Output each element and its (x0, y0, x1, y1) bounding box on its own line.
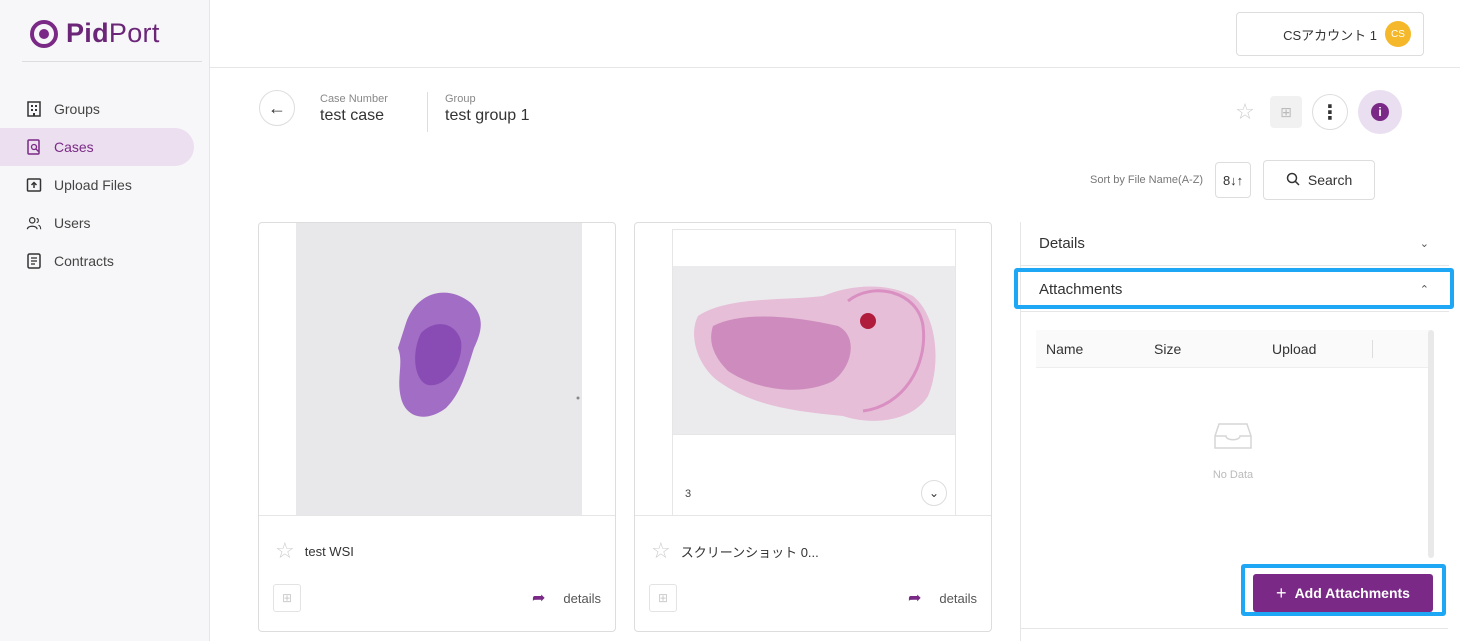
slide-card[interactable]: ☆ test WSI ⊞ ➦ details (258, 222, 616, 632)
page-number: 3 (685, 488, 692, 500)
details-label: Details (1039, 235, 1085, 252)
sidebar: PidPort Groups Cases Upload Files Users (0, 0, 210, 641)
logo-divider (22, 61, 202, 62)
add-to-icon[interactable]: ⊞ (273, 584, 301, 612)
arrow-left-icon: ← (268, 97, 286, 118)
column-name: Name (1046, 340, 1084, 357)
card-title: test WSI (304, 543, 354, 559)
sort-label: Sort by File Name(A-Z) (1090, 174, 1204, 186)
case-search-icon (26, 139, 42, 155)
card-title: スクリーンショット 0... (680, 544, 819, 560)
share-icon[interactable]: ➦ (908, 588, 921, 608)
slide-thumbnail[interactable]: 3 ⌄ (672, 229, 956, 516)
avatar: CS (1385, 21, 1411, 47)
panel-bottom-divider (1020, 628, 1448, 629)
upload-icon (26, 177, 42, 193)
empty-text: No Data (1212, 469, 1254, 481)
sidebar-item-upload-files[interactable]: Upload Files (0, 166, 210, 204)
details-link[interactable]: details (939, 591, 977, 606)
account-name: CSアカウント 1 (1283, 27, 1377, 43)
slide-card[interactable]: 3 ⌄ ☆ スクリーンショット 0... ⊞ ➦ details (634, 222, 992, 632)
card-footer: ⊞ ➦ details (273, 583, 601, 613)
empty-state: No Data (1190, 420, 1276, 481)
column-size: Size (1154, 340, 1182, 357)
column-upload: Upload (1272, 340, 1317, 357)
star-icon: ☆ (1235, 99, 1255, 124)
card-divider (635, 515, 991, 516)
building-icon (26, 101, 42, 117)
logo-text-bold: Pid (66, 18, 109, 48)
more-vertical-icon: ⋮ (1320, 101, 1340, 124)
plus-square-icon: ⊞ (1280, 103, 1292, 120)
plus-icon: + (1276, 582, 1287, 603)
sidebar-item-label: Users (54, 215, 91, 231)
top-bar: CSアカウント 1 CS (210, 0, 1460, 68)
logo[interactable]: PidPort (30, 18, 160, 49)
sidebar-item-users[interactable]: Users (0, 204, 210, 242)
more-menu-button[interactable]: ⋮ (1312, 94, 1348, 130)
sidebar-item-label: Cases (54, 139, 94, 155)
add-to-icon[interactable]: ⊞ (649, 584, 677, 612)
search-label: Search (1307, 172, 1353, 188)
attachments-table-header: Name Size Upload (1036, 330, 1432, 368)
case-number-block: Case Number test case (320, 93, 388, 125)
card-title-row: ☆ スクリーンショット 0... (651, 538, 819, 564)
column-separator (1372, 339, 1373, 358)
chevron-down-icon: ⌄ (1419, 238, 1429, 250)
header-divider (427, 92, 428, 132)
header-actions: ☆ ⊞ ⋮ i (1230, 90, 1402, 134)
info-button[interactable]: i (1358, 90, 1402, 134)
add-attachments-label: Add Attachments (1294, 585, 1410, 601)
inbox-icon (1213, 420, 1253, 457)
sort-icon: 8↓↑ (1222, 172, 1244, 188)
group-block: Group test group 1 (445, 93, 530, 125)
sidebar-item-groups[interactable]: Groups (0, 90, 210, 128)
scrollbar[interactable] (1428, 330, 1434, 558)
card-title-row: ☆ test WSI (275, 538, 354, 564)
star-icon[interactable]: ☆ (651, 538, 671, 564)
favorite-button[interactable]: ☆ (1230, 97, 1260, 127)
group-label: Group (445, 93, 476, 105)
group-value: test group 1 (445, 107, 530, 124)
account-menu[interactable]: CSアカウント 1 CS (1236, 12, 1424, 56)
card-footer: ⊞ ➦ details (649, 583, 977, 613)
chevron-up-icon: ⌃ (1419, 284, 1429, 296)
sidebar-item-label: Groups (54, 101, 100, 117)
search-icon (1286, 172, 1300, 189)
search-button[interactable]: Search (1263, 160, 1376, 200)
case-number-label: Case Number (320, 93, 388, 105)
attachments-label: Attachments (1039, 281, 1123, 298)
attachments-accordion[interactable]: Attachments ⌃ (1021, 268, 1449, 312)
logo-text-thin: Port (108, 18, 160, 48)
case-number-value: test case (320, 107, 385, 124)
sidebar-item-cases[interactable]: Cases (0, 128, 194, 166)
chevron-down-icon[interactable]: ⌄ (921, 480, 947, 506)
info-icon: i (1371, 103, 1389, 121)
add-attachments-button[interactable]: + Add Attachments (1253, 574, 1433, 612)
slide-thumbnail[interactable] (296, 223, 582, 515)
sort-button[interactable]: 8↓↑ (1215, 162, 1252, 198)
sidebar-item-contracts[interactable]: Contracts (0, 242, 210, 280)
document-icon (26, 253, 42, 269)
users-icon (26, 215, 42, 231)
sort-toolbar: Sort by File Name(A-Z) 8↓↑ Search (1090, 160, 1376, 200)
card-divider (259, 515, 615, 516)
sidebar-item-label: Upload Files (54, 177, 132, 193)
slide-image-area (673, 266, 955, 434)
add-button-disabled[interactable]: ⊞ (1270, 96, 1302, 128)
sidebar-nav: Groups Cases Upload Files Users Contract… (0, 90, 210, 280)
details-link[interactable]: details (563, 591, 601, 606)
back-button[interactable]: ← (259, 90, 295, 126)
details-accordion[interactable]: Details ⌄ (1021, 222, 1449, 266)
star-icon[interactable]: ☆ (275, 538, 295, 564)
pidport-logo-icon (30, 19, 58, 48)
share-icon[interactable]: ➦ (532, 588, 545, 608)
sidebar-item-label: Contracts (54, 253, 114, 269)
